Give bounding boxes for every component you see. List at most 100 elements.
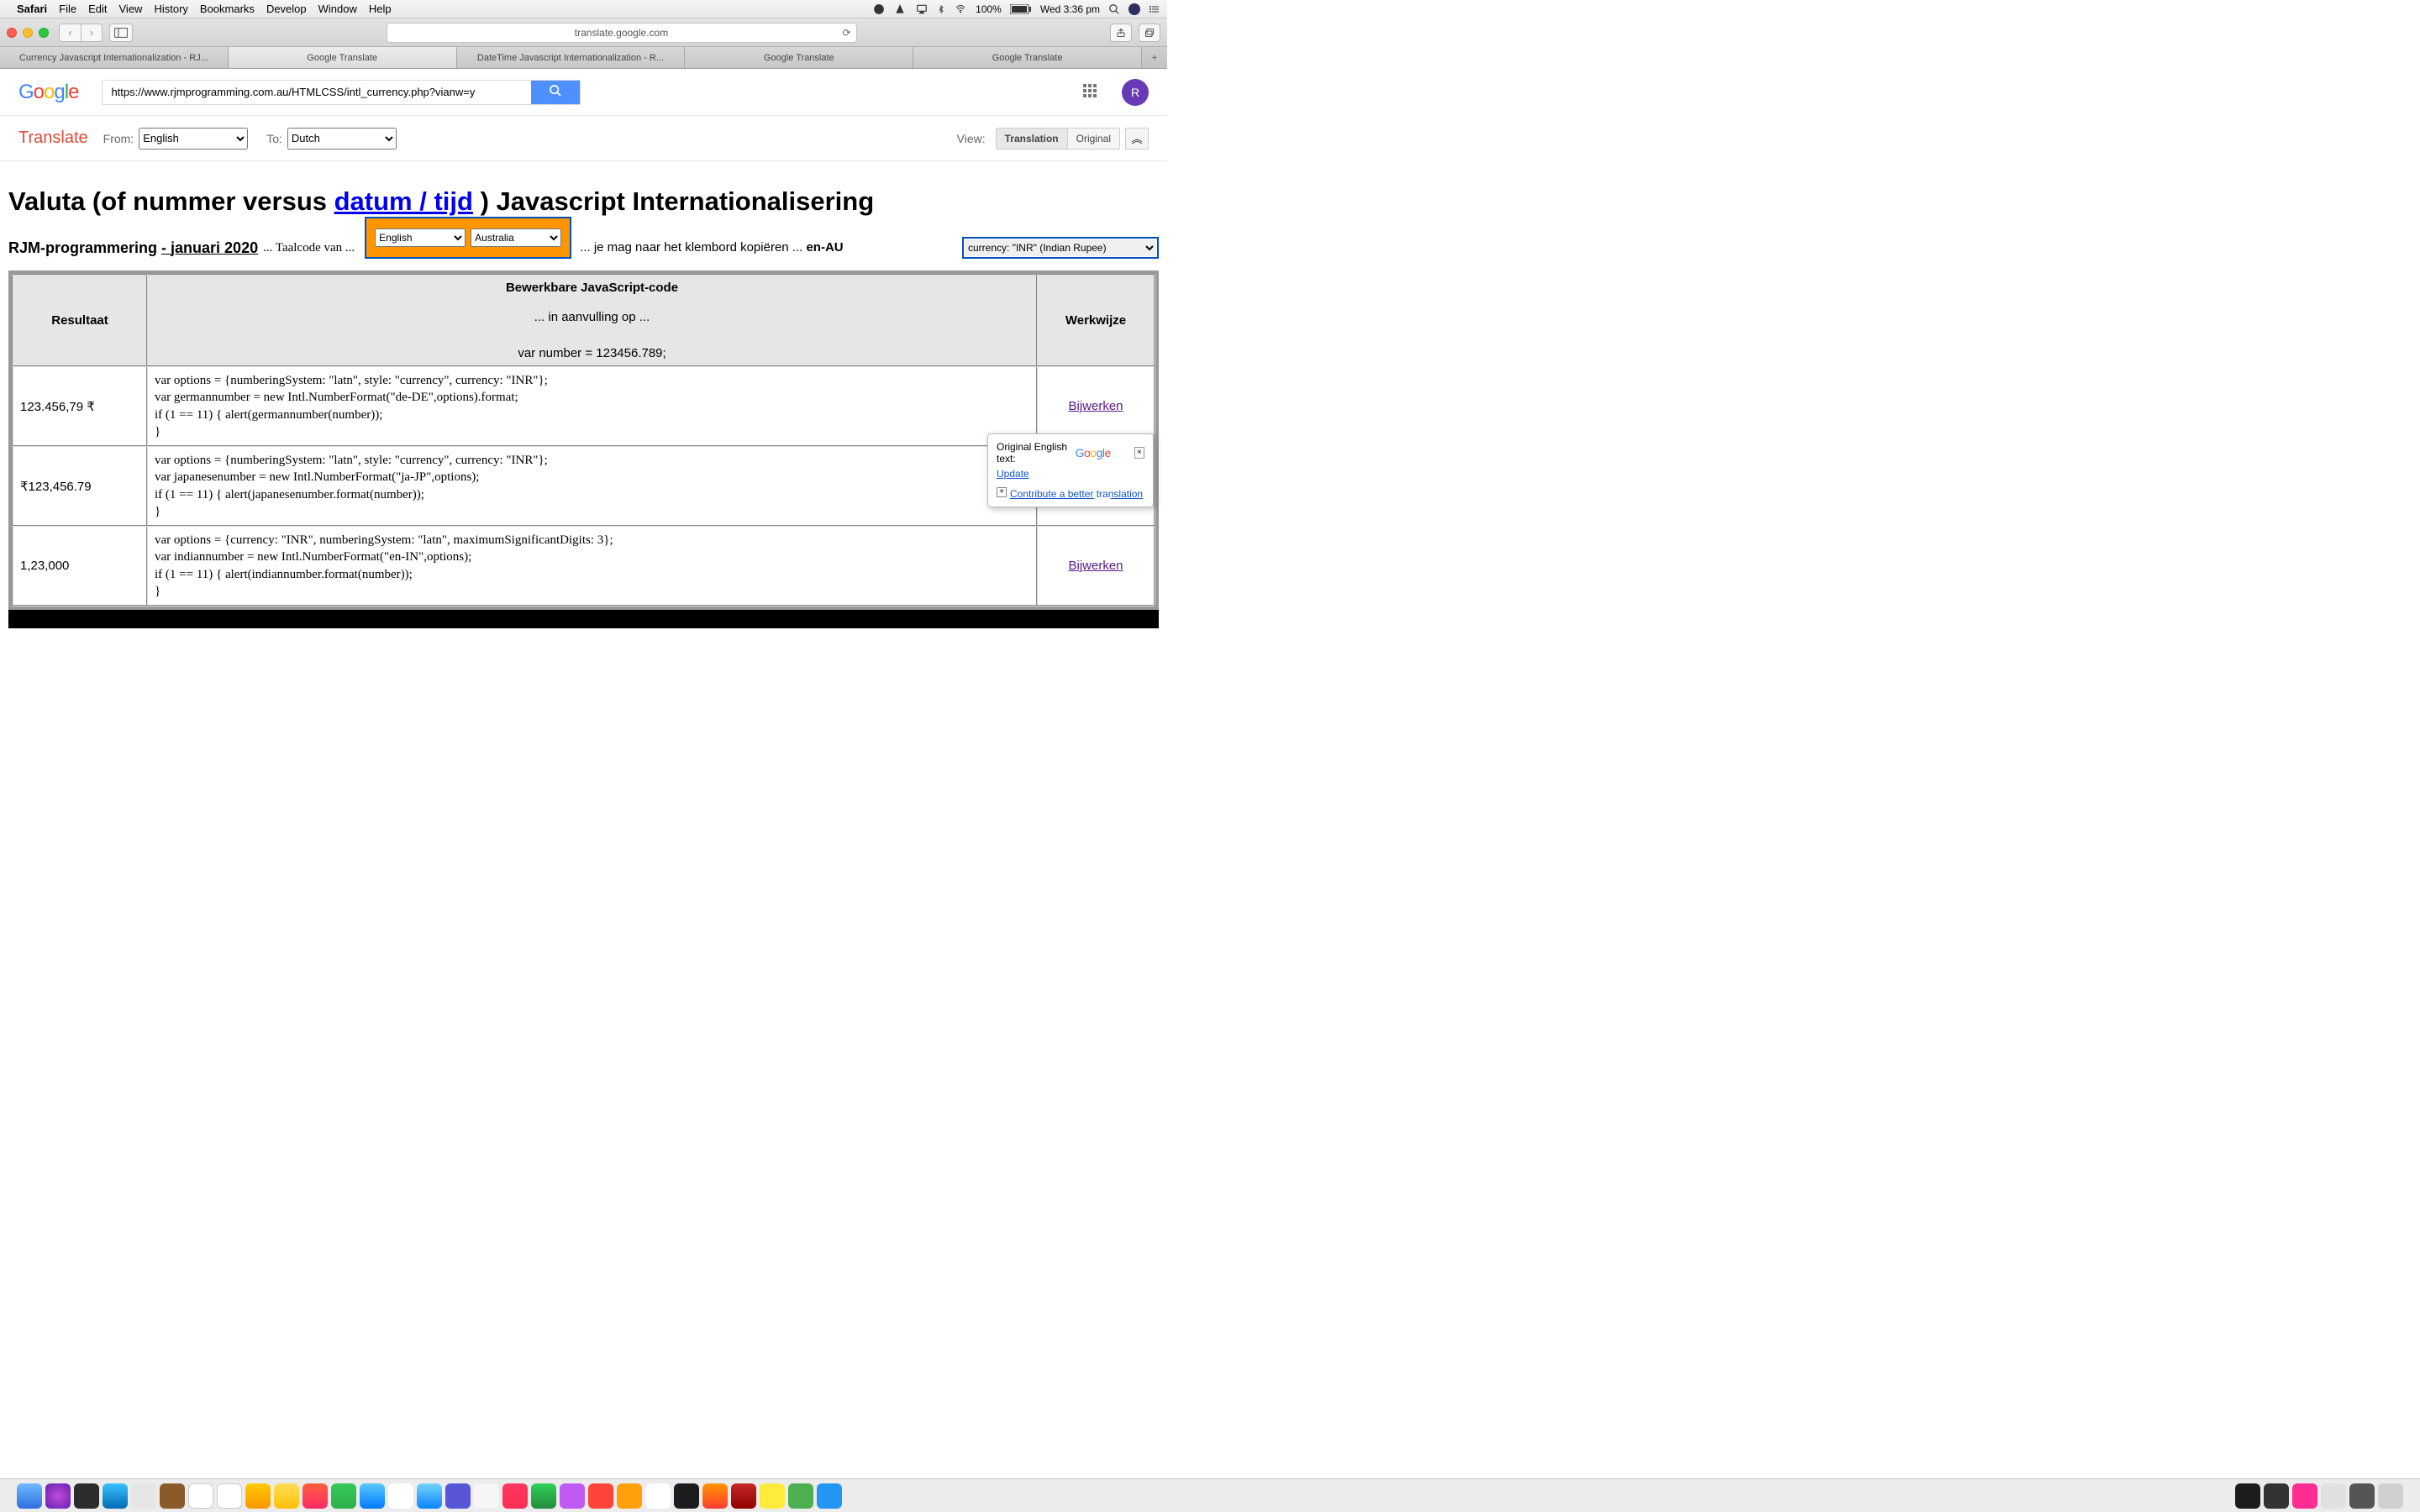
zoom-window-button[interactable] xyxy=(39,28,49,38)
siri-icon[interactable] xyxy=(1128,3,1140,15)
menu-develop[interactable]: Develop xyxy=(266,3,307,15)
dock-app-icon[interactable] xyxy=(388,1483,413,1509)
dock-app-icon[interactable] xyxy=(560,1483,585,1509)
collapse-button[interactable]: ︽ xyxy=(1125,128,1149,150)
dock-app-icon[interactable] xyxy=(274,1483,299,1509)
status-icon[interactable] xyxy=(893,3,907,15)
translate-url-input[interactable] xyxy=(103,81,531,104)
menu-list-icon[interactable] xyxy=(1149,4,1160,14)
dock-app-icon[interactable] xyxy=(474,1483,499,1509)
dock-app-icon[interactable] xyxy=(817,1483,842,1509)
dock-app-icon[interactable] xyxy=(445,1483,471,1509)
dock-trash-icon[interactable] xyxy=(2378,1483,2403,1509)
to-language-select[interactable]: Dutch xyxy=(287,128,397,150)
rjm-dash-link[interactable]: - xyxy=(161,239,171,256)
new-tab-button[interactable]: + xyxy=(1142,47,1167,68)
menu-window[interactable]: Window xyxy=(318,3,357,15)
dock-app-icon[interactable] xyxy=(103,1483,128,1509)
dock-app-icon[interactable] xyxy=(131,1483,156,1509)
dock-app-icon[interactable] xyxy=(2235,1483,2260,1509)
status-icon[interactable] xyxy=(873,3,885,15)
dock-app-icon[interactable] xyxy=(760,1483,785,1509)
back-button[interactable]: ‹ xyxy=(59,24,81,42)
menu-help[interactable]: Help xyxy=(369,3,392,15)
spotlight-icon[interactable] xyxy=(1108,3,1120,15)
dock-app-icon[interactable] xyxy=(502,1483,528,1509)
dock-app-icon[interactable] xyxy=(531,1483,556,1509)
dock-app-icon[interactable] xyxy=(702,1483,728,1509)
rjm-date-link[interactable]: januari 2020 xyxy=(171,239,258,256)
dock-app-icon[interactable] xyxy=(2349,1483,2375,1509)
browser-tab[interactable]: Currency Javascript Internationalization… xyxy=(0,47,229,68)
browser-tab[interactable]: Google Translate xyxy=(229,47,457,68)
country-select[interactable]: Australia xyxy=(471,228,561,247)
menu-history[interactable]: History xyxy=(154,3,187,15)
reload-icon[interactable]: ⟳ xyxy=(842,27,850,39)
view-original-button[interactable]: Original xyxy=(1068,128,1120,150)
dock-app-icon[interactable] xyxy=(588,1483,613,1509)
dock-app-icon[interactable] xyxy=(17,1483,42,1509)
macos-dock xyxy=(0,1478,2420,1512)
translate-brand[interactable]: Translate xyxy=(18,129,88,148)
dock-app-icon[interactable] xyxy=(331,1483,356,1509)
minimize-window-button[interactable] xyxy=(23,28,33,38)
language-select[interactable]: English xyxy=(375,228,466,247)
google-apps-icon[interactable] xyxy=(1083,84,1100,101)
code-cell[interactable]: var options = {numberingSystem: "latn", … xyxy=(147,366,1037,446)
dock-app-icon[interactable] xyxy=(417,1483,442,1509)
dock-app-icon[interactable] xyxy=(788,1483,813,1509)
address-bar[interactable]: translate.google.com ⟳ xyxy=(387,23,857,43)
share-button[interactable] xyxy=(1110,24,1132,42)
dock-app-icon[interactable] xyxy=(217,1483,242,1509)
wifi-icon[interactable] xyxy=(954,4,967,14)
account-avatar[interactable]: R xyxy=(1122,79,1149,106)
clock[interactable]: Wed 3:36 pm xyxy=(1040,3,1100,15)
contribute-link[interactable]: Contribute a better translation xyxy=(1010,488,1143,500)
menu-bookmarks[interactable]: Bookmarks xyxy=(200,3,255,15)
search-button[interactable] xyxy=(531,81,580,104)
tabs-button[interactable] xyxy=(1139,24,1160,42)
macos-menubar: Safari File Edit View History Bookmarks … xyxy=(0,0,1167,18)
browser-tab[interactable]: DateTime Javascript Internationalization… xyxy=(457,47,686,68)
update-link[interactable]: Bijwerken xyxy=(1068,559,1123,573)
dock-app-icon[interactable] xyxy=(188,1483,213,1509)
dock-app-icon[interactable] xyxy=(645,1483,671,1509)
dock-app-icon[interactable] xyxy=(2321,1483,2346,1509)
dock-app-icon[interactable] xyxy=(2264,1483,2289,1509)
update-link[interactable]: Bijwerken xyxy=(1068,399,1123,413)
app-name[interactable]: Safari xyxy=(17,3,47,15)
plus-icon[interactable]: + xyxy=(997,487,1007,497)
browser-tab[interactable]: Google Translate xyxy=(913,47,1142,68)
dock-app-icon[interactable] xyxy=(160,1483,185,1509)
code-cell[interactable]: var options = {numberingSystem: "latn", … xyxy=(147,446,1037,526)
currency-select[interactable]: currency: "INR" (Indian Rupee) xyxy=(965,239,1156,256)
dock-app-icon[interactable] xyxy=(731,1483,756,1509)
close-icon[interactable]: × xyxy=(1134,447,1144,459)
dock-app-icon[interactable] xyxy=(245,1483,271,1509)
from-language-select[interactable]: English xyxy=(139,128,248,150)
browser-tab[interactable]: Google Translate xyxy=(685,47,913,68)
dock-app-icon[interactable] xyxy=(74,1483,99,1509)
dock-app-icon[interactable] xyxy=(360,1483,385,1509)
code-cell[interactable]: var options = {currency: "INR", numberin… xyxy=(147,526,1037,606)
dock-app-icon[interactable] xyxy=(45,1483,71,1509)
dock-app-icon[interactable] xyxy=(617,1483,642,1509)
tooltip-update-link[interactable]: Update xyxy=(997,468,1144,480)
menu-edit[interactable]: Edit xyxy=(88,3,107,15)
view-translation-button[interactable]: Translation xyxy=(996,128,1068,150)
title-link[interactable]: datum / tijd xyxy=(334,186,473,216)
title-text: Valuta (of nummer versus xyxy=(8,186,334,216)
bluetooth-icon[interactable] xyxy=(937,3,945,15)
dock-app-icon[interactable] xyxy=(674,1483,699,1509)
airplay-icon[interactable] xyxy=(915,3,929,15)
google-logo[interactable]: Google xyxy=(18,81,78,104)
close-window-button[interactable] xyxy=(7,28,17,38)
menu-file[interactable]: File xyxy=(59,3,76,15)
battery-icon[interactable] xyxy=(1010,4,1032,14)
dock-app-icon[interactable] xyxy=(302,1483,328,1509)
dock-app-icon[interactable] xyxy=(2292,1483,2317,1509)
sidebar-toggle-button[interactable] xyxy=(109,24,133,42)
menu-view[interactable]: View xyxy=(119,3,143,15)
forward-button[interactable]: › xyxy=(81,24,103,42)
original-text-tooltip: Original English text: Google × Update +… xyxy=(987,433,1154,507)
